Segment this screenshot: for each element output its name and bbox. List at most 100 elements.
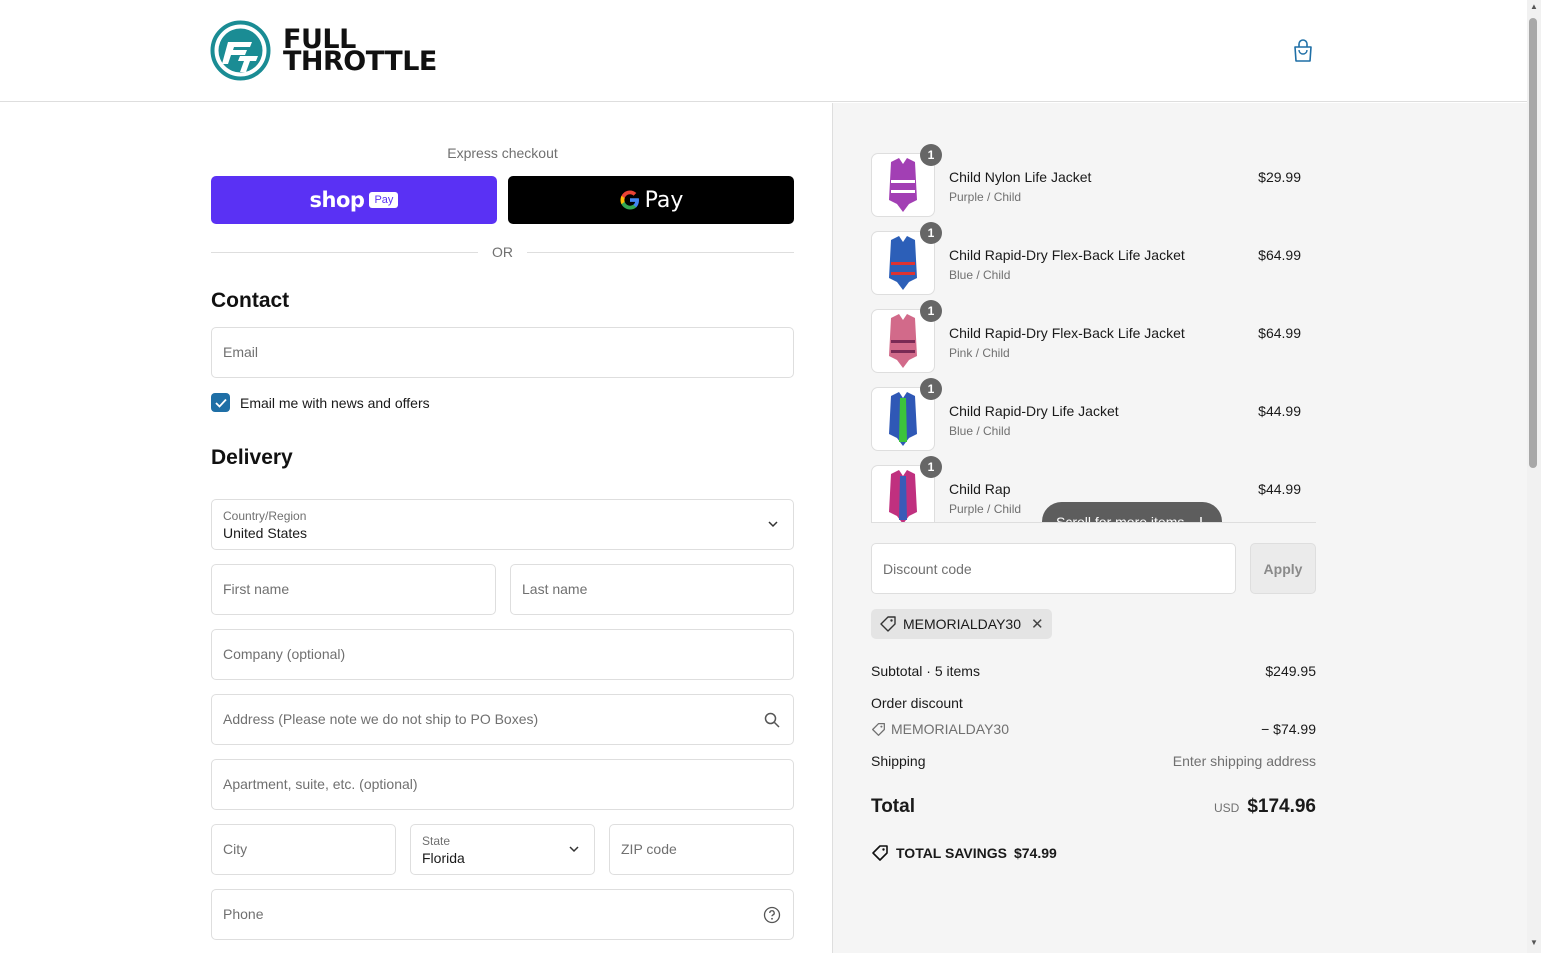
item-name: Child Nylon Life Jacket — [949, 169, 1092, 185]
last-name-field[interactable]: Last name — [510, 564, 794, 615]
shipping-row: Shipping Enter shipping address — [871, 753, 1316, 769]
country-select[interactable]: Country/Region United States — [211, 499, 794, 550]
state-value: Florida — [422, 850, 465, 866]
life-jacket-image — [889, 392, 917, 446]
cart-items-list[interactable]: 1 Child Nylon Life Jacket Purple / Child… — [871, 143, 1316, 523]
newsletter-option[interactable]: Email me with news and offers — [211, 393, 430, 412]
brand-wordmark: FULL THROTTLE — [283, 26, 437, 77]
divider-line-left — [211, 251, 478, 253]
phone-field[interactable]: Phone — [211, 889, 794, 940]
help-circle-icon[interactable] — [763, 906, 781, 924]
total-row: Total USD $174.96 — [871, 796, 1316, 818]
scroll-for-more-button[interactable]: Scroll for more items — [1042, 502, 1223, 522]
first-name-placeholder: First name — [223, 581, 290, 597]
google-pay-button[interactable]: Pay — [508, 176, 794, 224]
total-amount: $174.96 — [1247, 796, 1316, 817]
email-field[interactable]: Email — [211, 327, 794, 378]
chevron-down-icon — [768, 521, 778, 528]
first-name-field[interactable]: First name — [211, 564, 496, 615]
arrow-down-icon — [1197, 516, 1205, 522]
item-variant: Purple / Child — [949, 190, 1022, 204]
subtotal-value: $249.95 — [1265, 663, 1316, 679]
google-g-icon — [620, 190, 639, 210]
state-select[interactable]: State Florida — [410, 824, 595, 875]
item-price: $44.99 — [1258, 481, 1301, 497]
total-savings: TOTAL SAVINGS $74.99 — [871, 844, 1057, 862]
item-price: $64.99 — [1258, 325, 1301, 341]
cart-item: 1 Child Rapid-Dry Flex-Back Life Jacket … — [871, 222, 1301, 295]
discount-code-row: MEMORIALDAY30 − $74.99 — [871, 721, 1316, 737]
savings-value: $74.99 — [1013, 845, 1057, 861]
apartment-field[interactable]: Apartment, suite, etc. (optional) — [211, 759, 794, 810]
express-checkout-label: Express checkout — [447, 145, 558, 161]
page-scrollbar-thumb[interactable] — [1529, 18, 1537, 468]
page-scrollbar[interactable]: ▲ ▼ — [1527, 0, 1541, 953]
brand-line-2: THROTTLE — [283, 45, 437, 77]
item-variant: Blue / Child — [949, 268, 1011, 282]
city-placeholder: City — [223, 841, 248, 857]
cart-item: 1 Child Nylon Life Jacket Purple / Child… — [871, 144, 1301, 217]
discount-code-field[interactable]: Discount code — [871, 543, 1236, 594]
company-placeholder: Company (optional) — [223, 646, 346, 662]
or-label: OR — [492, 244, 513, 260]
city-field[interactable]: City — [211, 824, 396, 875]
item-variant: Blue / Child — [949, 424, 1011, 438]
company-field[interactable]: Company (optional) — [211, 629, 794, 680]
item-price: $44.99 — [1258, 403, 1301, 419]
apartment-placeholder: Apartment, suite, etc. (optional) — [223, 776, 418, 792]
tag-icon — [880, 616, 896, 632]
item-variant: Purple / Child — [949, 502, 1022, 516]
email-placeholder: Email — [223, 344, 259, 360]
site-header: FULL THROTTLE — [0, 0, 1527, 102]
chevron-down-icon — [569, 846, 579, 853]
order-summary-panel: 1 Child Nylon Life Jacket Purple / Child… — [832, 103, 1527, 953]
shop-pay-tag: Pay — [369, 192, 399, 208]
item-name: Child Rapid-Dry Life Jacket — [949, 403, 1119, 419]
item-name: Child Rapid-Dry Flex-Back Life Jacket — [949, 247, 1185, 263]
life-jacket-image — [889, 470, 917, 522]
page-scroll-up-icon[interactable]: ▲ — [1527, 2, 1541, 11]
order-discount-row: Order discount — [871, 695, 1316, 711]
life-jacket-image — [889, 236, 917, 290]
quantity-badge: 1 — [920, 300, 942, 322]
item-price: $64.99 — [1258, 247, 1301, 263]
tag-icon — [872, 845, 888, 861]
zip-placeholder: ZIP code — [621, 841, 677, 857]
country-value: United States — [223, 525, 308, 541]
subtotal-label: Subtotal · 5 items — [871, 663, 980, 679]
cart-item: 1 Child Rapid-Dry Flex-Back Life Jacket … — [871, 300, 1301, 373]
item-name: Child Rapid-Dry Flex-Back Life Jacket — [949, 325, 1185, 341]
life-jacket-image — [889, 314, 917, 368]
or-divider: OR — [211, 243, 794, 261]
search-icon[interactable] — [763, 711, 781, 729]
phone-placeholder: Phone — [223, 906, 264, 922]
remove-code-icon[interactable]: ✕ — [1031, 615, 1044, 633]
contact-heading: Contact — [211, 289, 290, 312]
savings-label: TOTAL SAVINGS — [896, 845, 1007, 861]
quantity-badge: 1 — [920, 222, 942, 244]
zip-field[interactable]: ZIP code — [609, 824, 794, 875]
shopping-bag-icon[interactable] — [1292, 39, 1314, 63]
newsletter-checkbox[interactable] — [211, 393, 230, 412]
quantity-badge: 1 — [920, 456, 942, 478]
subtotal-row: Subtotal · 5 items $249.95 — [871, 663, 1316, 679]
item-price: $29.99 — [1258, 169, 1301, 185]
quantity-badge: 1 — [920, 378, 942, 400]
address-field[interactable]: Address (Please note we do not ship to P… — [211, 694, 794, 745]
shop-pay-button[interactable]: shop Pay — [211, 176, 497, 224]
quantity-badge: 1 — [920, 144, 942, 166]
state-label: State — [422, 834, 451, 848]
brand-logo[interactable]: FULL THROTTLE — [210, 20, 437, 81]
shop-pay-wordmark: shop — [309, 188, 365, 212]
tag-icon — [872, 722, 885, 736]
total-currency: USD — [1213, 801, 1240, 815]
page-scroll-down-icon[interactable]: ▼ — [1527, 938, 1541, 947]
order-discount-label: Order discount — [871, 695, 963, 711]
life-jacket-image — [889, 158, 917, 212]
discount-code-label: MEMORIALDAY30 — [891, 721, 1009, 737]
country-label: Country/Region — [223, 509, 307, 523]
checkmark-icon — [214, 398, 227, 408]
last-name-placeholder: Last name — [522, 581, 588, 597]
apply-discount-button[interactable]: Apply — [1250, 543, 1316, 594]
newsletter-label: Email me with news and offers — [240, 394, 430, 411]
